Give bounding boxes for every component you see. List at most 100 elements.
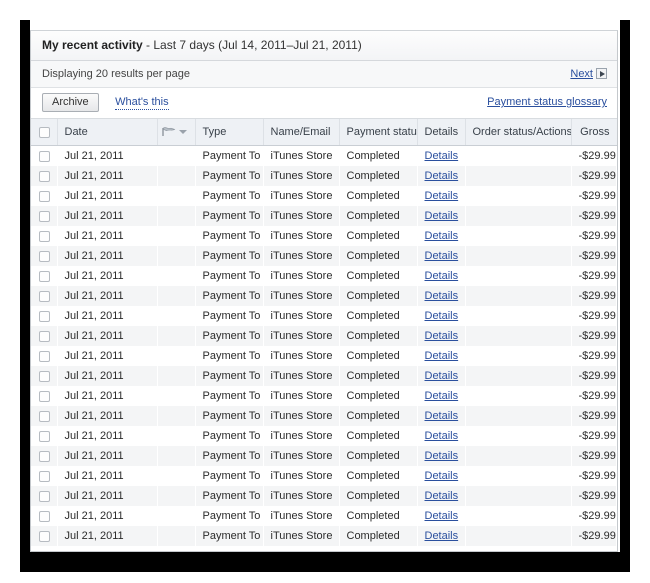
header-details[interactable]: Details xyxy=(417,119,465,146)
row-checkbox[interactable] xyxy=(39,231,50,242)
row-checkbox[interactable] xyxy=(39,191,50,202)
details-link[interactable]: Details xyxy=(425,150,459,162)
next-arrow-icon[interactable] xyxy=(596,68,607,79)
row-select-cell[interactable] xyxy=(31,446,57,466)
cell-details[interactable]: Details xyxy=(417,406,465,426)
details-link[interactable]: Details xyxy=(425,350,459,362)
row-select-cell[interactable] xyxy=(31,206,57,226)
header-flag[interactable] xyxy=(157,119,195,146)
cell-details[interactable]: Details xyxy=(417,506,465,526)
row-checkbox[interactable] xyxy=(39,171,50,182)
cell-details[interactable]: Details xyxy=(417,166,465,186)
row-select-cell[interactable] xyxy=(31,366,57,386)
chevron-down-icon[interactable] xyxy=(179,130,187,134)
header-name-email[interactable]: Name/Email xyxy=(263,119,339,146)
cell-type: Payment To xyxy=(195,206,263,226)
details-link[interactable]: Details xyxy=(425,330,459,342)
row-select-cell[interactable] xyxy=(31,146,57,167)
row-checkbox[interactable] xyxy=(39,311,50,322)
row-select-cell[interactable] xyxy=(31,526,57,546)
details-link[interactable]: Details xyxy=(425,450,459,462)
cell-gross: -$29.99 USD xyxy=(571,426,617,446)
details-link[interactable]: Details xyxy=(425,530,459,542)
cell-details[interactable]: Details xyxy=(417,206,465,226)
details-link[interactable]: Details xyxy=(425,490,459,502)
row-select-cell[interactable] xyxy=(31,466,57,486)
cell-details[interactable]: Details xyxy=(417,226,465,246)
header-select-all[interactable] xyxy=(31,119,57,146)
row-checkbox[interactable] xyxy=(39,451,50,462)
details-link[interactable]: Details xyxy=(425,370,459,382)
details-link[interactable]: Details xyxy=(425,410,459,422)
cell-details[interactable]: Details xyxy=(417,486,465,506)
cell-details[interactable]: Details xyxy=(417,146,465,167)
details-link[interactable]: Details xyxy=(425,210,459,222)
row-select-cell[interactable] xyxy=(31,226,57,246)
cell-details[interactable]: Details xyxy=(417,466,465,486)
row-checkbox[interactable] xyxy=(39,351,50,362)
details-link[interactable]: Details xyxy=(425,170,459,182)
cell-details[interactable]: Details xyxy=(417,346,465,366)
details-link[interactable]: Details xyxy=(425,430,459,442)
row-select-cell[interactable] xyxy=(31,186,57,206)
cell-details[interactable]: Details xyxy=(417,326,465,346)
row-checkbox[interactable] xyxy=(39,331,50,342)
header-payment-status[interactable]: Payment status xyxy=(339,119,417,146)
row-checkbox[interactable] xyxy=(39,271,50,282)
cell-details[interactable]: Details xyxy=(417,526,465,546)
row-checkbox[interactable] xyxy=(39,511,50,522)
row-checkbox[interactable] xyxy=(39,151,50,162)
archive-button[interactable]: Archive xyxy=(42,93,99,112)
row-select-cell[interactable] xyxy=(31,426,57,446)
details-link[interactable]: Details xyxy=(425,390,459,402)
row-select-cell[interactable] xyxy=(31,286,57,306)
cell-details[interactable]: Details xyxy=(417,306,465,326)
row-checkbox[interactable] xyxy=(39,531,50,542)
cell-details[interactable]: Details xyxy=(417,426,465,446)
details-link[interactable]: Details xyxy=(425,270,459,282)
details-link[interactable]: Details xyxy=(425,250,459,262)
row-checkbox[interactable] xyxy=(39,411,50,422)
row-checkbox[interactable] xyxy=(39,291,50,302)
select-all-checkbox[interactable] xyxy=(39,127,50,138)
cell-details[interactable]: Details xyxy=(417,186,465,206)
row-select-cell[interactable] xyxy=(31,266,57,286)
details-link[interactable]: Details xyxy=(425,290,459,302)
cell-details[interactable]: Details xyxy=(417,366,465,386)
details-link[interactable]: Details xyxy=(425,510,459,522)
details-link[interactable]: Details xyxy=(425,310,459,322)
cell-details[interactable]: Details xyxy=(417,386,465,406)
header-date[interactable]: Date xyxy=(57,119,157,146)
next-link[interactable]: Next xyxy=(570,68,593,80)
details-link[interactable]: Details xyxy=(425,230,459,242)
header-type[interactable]: Type xyxy=(195,119,263,146)
row-checkbox[interactable] xyxy=(39,371,50,382)
row-select-cell[interactable] xyxy=(31,506,57,526)
row-select-cell[interactable] xyxy=(31,386,57,406)
payment-status-glossary-link[interactable]: Payment status glossary xyxy=(487,96,607,108)
cell-details[interactable]: Details xyxy=(417,246,465,266)
row-checkbox[interactable] xyxy=(39,211,50,222)
row-checkbox[interactable] xyxy=(39,491,50,502)
row-checkbox[interactable] xyxy=(39,251,50,262)
row-select-cell[interactable] xyxy=(31,306,57,326)
row-select-cell[interactable] xyxy=(31,406,57,426)
next-page-control[interactable]: Next xyxy=(570,61,607,87)
header-gross[interactable]: Gross xyxy=(571,119,617,146)
details-link[interactable]: Details xyxy=(425,190,459,202)
row-select-cell[interactable] xyxy=(31,246,57,266)
whats-this-link[interactable]: What's this xyxy=(115,96,168,110)
page-frame-bottom xyxy=(20,552,630,572)
row-checkbox[interactable] xyxy=(39,431,50,442)
row-checkbox[interactable] xyxy=(39,391,50,402)
row-select-cell[interactable] xyxy=(31,166,57,186)
row-select-cell[interactable] xyxy=(31,486,57,506)
cell-details[interactable]: Details xyxy=(417,286,465,306)
row-checkbox[interactable] xyxy=(39,471,50,482)
header-order-status[interactable]: Order status/Actions xyxy=(465,119,571,146)
cell-details[interactable]: Details xyxy=(417,446,465,466)
cell-details[interactable]: Details xyxy=(417,266,465,286)
row-select-cell[interactable] xyxy=(31,326,57,346)
details-link[interactable]: Details xyxy=(425,470,459,482)
row-select-cell[interactable] xyxy=(31,346,57,366)
